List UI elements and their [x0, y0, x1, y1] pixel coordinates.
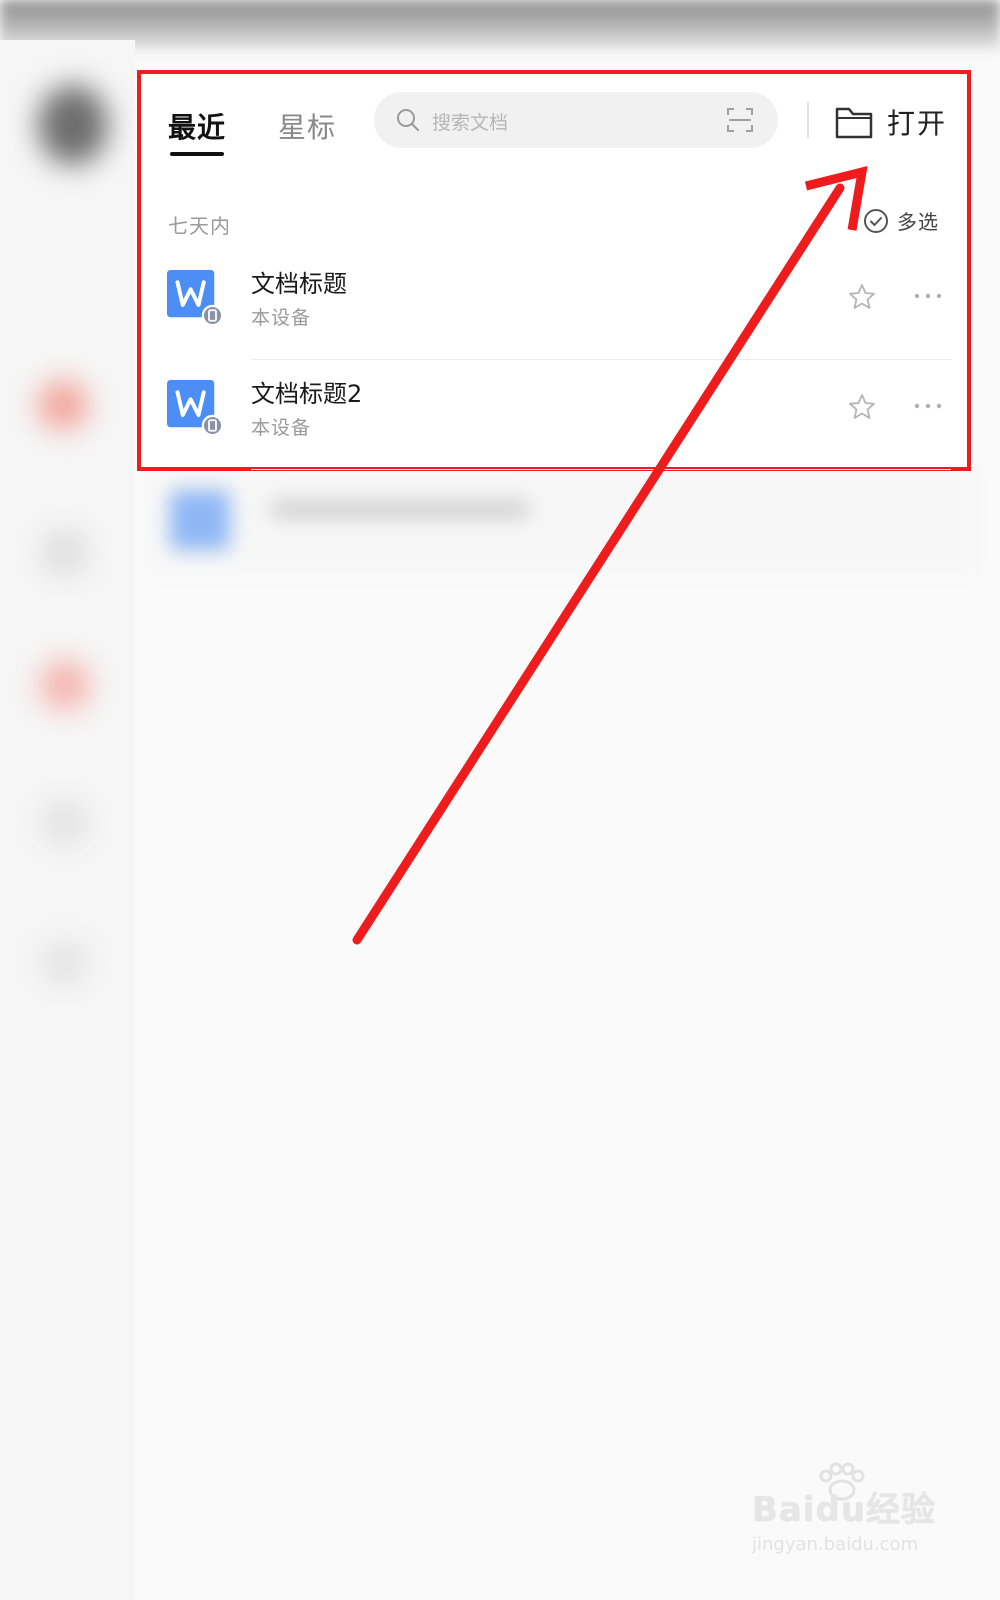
- toolbar-divider: [807, 102, 809, 138]
- watermark-url: jingyan.baidu.com: [752, 1534, 919, 1555]
- file-row[interactable]: 文档标题2 本设备: [141, 360, 961, 470]
- open-label: 打开: [887, 107, 948, 140]
- word-doc-icon: [167, 270, 223, 326]
- star-icon[interactable]: [847, 282, 877, 312]
- section-title: 七天内: [168, 214, 231, 238]
- watermark: Baidu经验 jingyan.baidu.com: [752, 1462, 952, 1572]
- device-badge-icon: [201, 304, 223, 326]
- file-location: 本设备: [251, 307, 312, 329]
- status-bar: [0, 0, 1000, 50]
- file-title: 文档标题: [251, 270, 347, 298]
- row-divider: [251, 469, 951, 470]
- open-button[interactable]: 打开: [835, 102, 947, 142]
- more-icon[interactable]: [913, 290, 943, 302]
- folder-icon: [835, 107, 873, 139]
- search-input[interactable]: 搜索文档: [374, 92, 778, 148]
- multi-select-label: 多选: [897, 210, 939, 234]
- tab-recent[interactable]: 最近: [168, 106, 226, 156]
- more-icon[interactable]: [913, 400, 943, 412]
- scan-icon[interactable]: [726, 106, 754, 134]
- search-placeholder: 搜索文档: [432, 112, 509, 134]
- word-doc-icon: [167, 380, 223, 436]
- device-badge-icon: [201, 414, 223, 436]
- recent-files-panel: 最近 星标 搜索文档 打开 七天内 多选 文档标题 本设备 文档标题2 本设备: [137, 70, 971, 471]
- search-icon: [397, 109, 419, 131]
- blurred-sidebar: [0, 40, 135, 1600]
- file-location: 本设备: [251, 417, 312, 439]
- blurred-file-row: [150, 465, 980, 575]
- watermark-brand: Baidu经验: [752, 1490, 937, 1530]
- multi-select-button[interactable]: 多选: [863, 206, 939, 235]
- file-row[interactable]: 文档标题 本设备: [141, 250, 961, 360]
- tab-starred[interactable]: 星标: [278, 106, 336, 146]
- check-circle-icon: [864, 208, 888, 233]
- star-icon[interactable]: [847, 392, 877, 422]
- file-title: 文档标题2: [251, 380, 363, 408]
